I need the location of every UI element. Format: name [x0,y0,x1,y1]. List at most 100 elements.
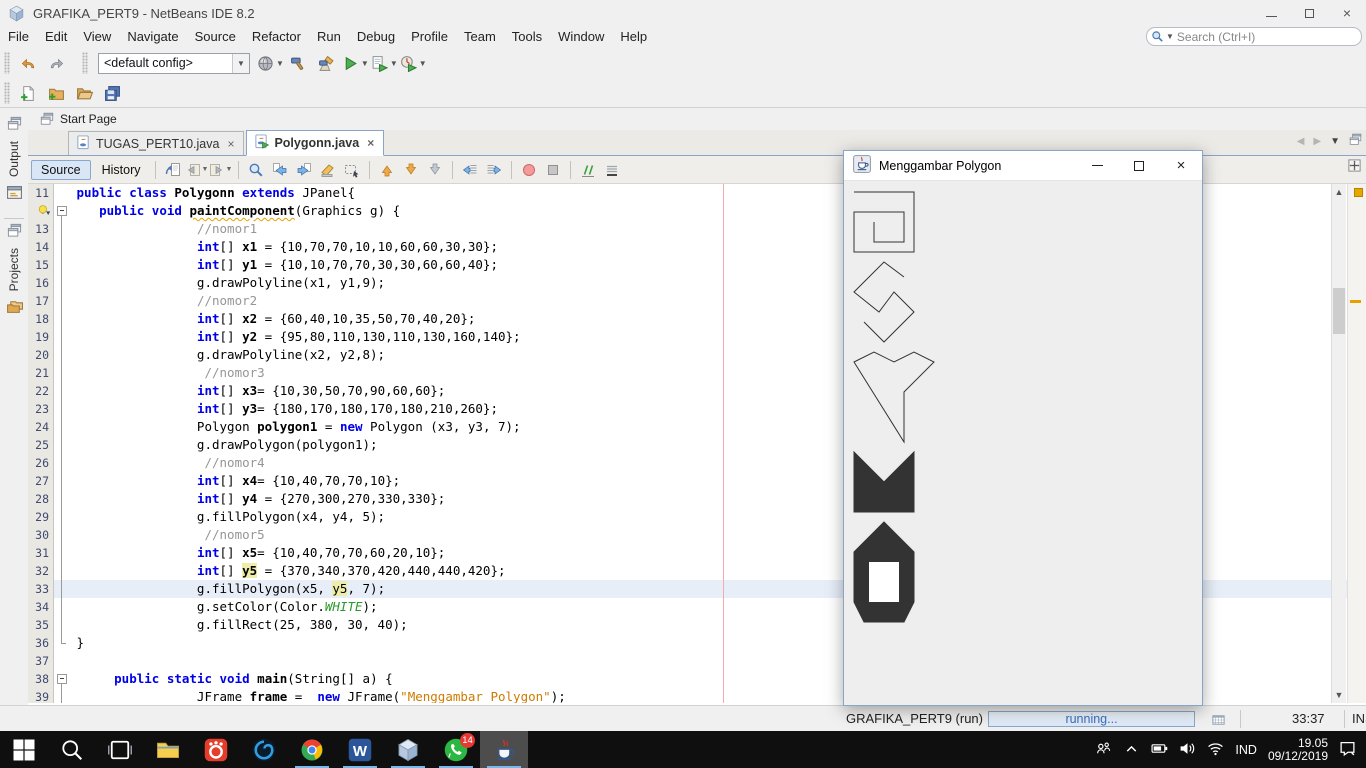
menu-help[interactable]: Help [612,27,655,46]
line-number[interactable]: 30 [28,526,54,544]
tab-tugas-pert10[interactable]: TUGAS_PERT10.java × [68,131,245,155]
source-view-button[interactable]: Source [31,159,91,180]
app-close-button[interactable]: × [1160,151,1202,181]
back-button[interactable]: ▼ [185,158,209,182]
debug-button[interactable]: ▼ [371,50,398,76]
process-list-icon[interactable] [1211,712,1226,730]
prev-bookmark-button[interactable] [375,158,399,182]
profile-button[interactable]: ▼ [400,50,427,76]
people-icon[interactable] [1095,740,1112,760]
taskbar-gom-player[interactable] [192,731,240,768]
new-file-button[interactable] [15,80,41,106]
line-number[interactable]: 25 [28,436,54,454]
splitter-icon[interactable] [1347,158,1362,176]
record-macro-button[interactable] [517,158,541,182]
scroll-up-icon[interactable]: ▲ [1332,184,1346,200]
fold-marker[interactable] [54,202,69,220]
taskbar-swirl-app[interactable] [240,731,288,768]
taskbar-search[interactable] [48,731,96,768]
taskbar-task-view[interactable] [96,731,144,768]
menu-edit[interactable]: Edit [37,27,75,46]
warning-line-marker[interactable] [1350,300,1361,303]
prev-occurrence-button[interactable] [268,158,292,182]
close-button[interactable]: × [1328,0,1366,26]
uncomment-button[interactable] [600,158,624,182]
maximize-editor-icon[interactable] [1349,133,1362,149]
line-number[interactable]: 21 [28,364,54,382]
shift-right-button[interactable] [482,158,506,182]
line-number[interactable]: 20 [28,346,54,364]
line-number[interactable]: 26 [28,454,54,472]
menu-debug[interactable]: Debug [349,27,403,46]
editor-scrollbar[interactable]: ▲ ▼ [1331,184,1346,703]
comment-button[interactable] [576,158,600,182]
app-maximize-button[interactable] [1118,151,1160,181]
start-page-tab[interactable]: Start Page [60,112,117,126]
sidebar-projects-label[interactable]: Projects [7,248,21,291]
menu-window[interactable]: Window [550,27,612,46]
taskbar-start[interactable] [0,731,48,768]
run-dropdown-icon[interactable]: ▼ [361,59,369,68]
scroll-tabs-right-icon[interactable]: ▶ [1313,136,1321,147]
line-number[interactable]: 38 [28,670,54,688]
battery-icon[interactable] [1151,740,1168,760]
progress-bar[interactable]: running... [988,711,1195,727]
line-number[interactable]: 31 [28,544,54,562]
config-select[interactable]: <default config> ▼ [98,52,250,74]
line-number[interactable]: 36 [28,634,54,652]
tab-list-dropdown-icon[interactable]: ▼ [1330,136,1340,147]
scrollbar-thumb[interactable] [1333,288,1345,334]
line-number[interactable]: 14 [28,238,54,256]
new-project-button[interactable] [43,80,69,106]
line-number[interactable]: 19 [28,328,54,346]
wifi-icon[interactable] [1207,740,1224,760]
volume-icon[interactable] [1179,740,1196,760]
undo-button[interactable] [15,50,41,76]
taskbar-explorer[interactable] [144,731,192,768]
next-suggestion-button[interactable] [423,158,447,182]
line-number[interactable]: 33 [28,580,54,598]
menu-view[interactable]: View [75,27,119,46]
next-bookmark-button[interactable] [399,158,423,182]
back-dropdown-icon[interactable]: ▼ [202,166,209,173]
rect-selection-button[interactable] [340,158,364,182]
error-stripe[interactable] [1347,184,1366,703]
warning-summary-marker[interactable] [1354,188,1363,197]
sidebar-output-label[interactable]: Output [7,141,21,177]
toggle-highlight-button[interactable] [316,158,340,182]
sidebar-group-output[interactable]: Output [6,116,23,204]
menu-source[interactable]: Source [187,27,244,46]
forward-dropdown-icon[interactable]: ▼ [226,166,233,173]
scroll-down-icon[interactable]: ▼ [1332,687,1346,703]
menu-profile[interactable]: Profile [403,27,456,46]
minimize-button[interactable] [1252,0,1290,26]
line-number[interactable]: 24 [28,418,54,436]
line-number[interactable]: 23 [28,400,54,418]
menu-tools[interactable]: Tools [504,27,550,46]
forward-button[interactable]: ▼ [209,158,233,182]
taskbar-netbeans[interactable] [384,731,432,768]
taskbar-chrome[interactable] [288,731,336,768]
deploy-button[interactable]: ▼ [257,50,284,76]
sidebar-group-projects[interactable]: Projects [6,223,23,318]
line-number[interactable]: 37 [28,652,54,670]
deploy-dropdown-icon[interactable]: ▼ [276,59,284,68]
open-project-button[interactable] [71,80,97,106]
app-window-title-bar[interactable]: Menggambar Polygon × [844,151,1202,181]
line-number[interactable]: 32 [28,562,54,580]
java-app-window[interactable]: Menggambar Polygon × [843,150,1203,706]
build-button[interactable] [286,50,312,76]
quick-search[interactable]: ▼ [1146,27,1362,46]
history-view-button[interactable]: History [93,161,150,179]
search-input[interactable] [1176,29,1361,44]
menu-run[interactable]: Run [309,27,349,46]
find-button[interactable] [244,158,268,182]
line-number[interactable]: 34 [28,598,54,616]
run-button[interactable]: ▼ [342,50,369,76]
clean-build-button[interactable] [314,50,340,76]
line-number[interactable]: 22 [28,382,54,400]
line-number[interactable]: 18 [28,310,54,328]
line-number[interactable]: 28 [28,490,54,508]
line-number[interactable]: 17 [28,292,54,310]
scroll-tabs-left-icon[interactable]: ◀ [1297,136,1305,147]
